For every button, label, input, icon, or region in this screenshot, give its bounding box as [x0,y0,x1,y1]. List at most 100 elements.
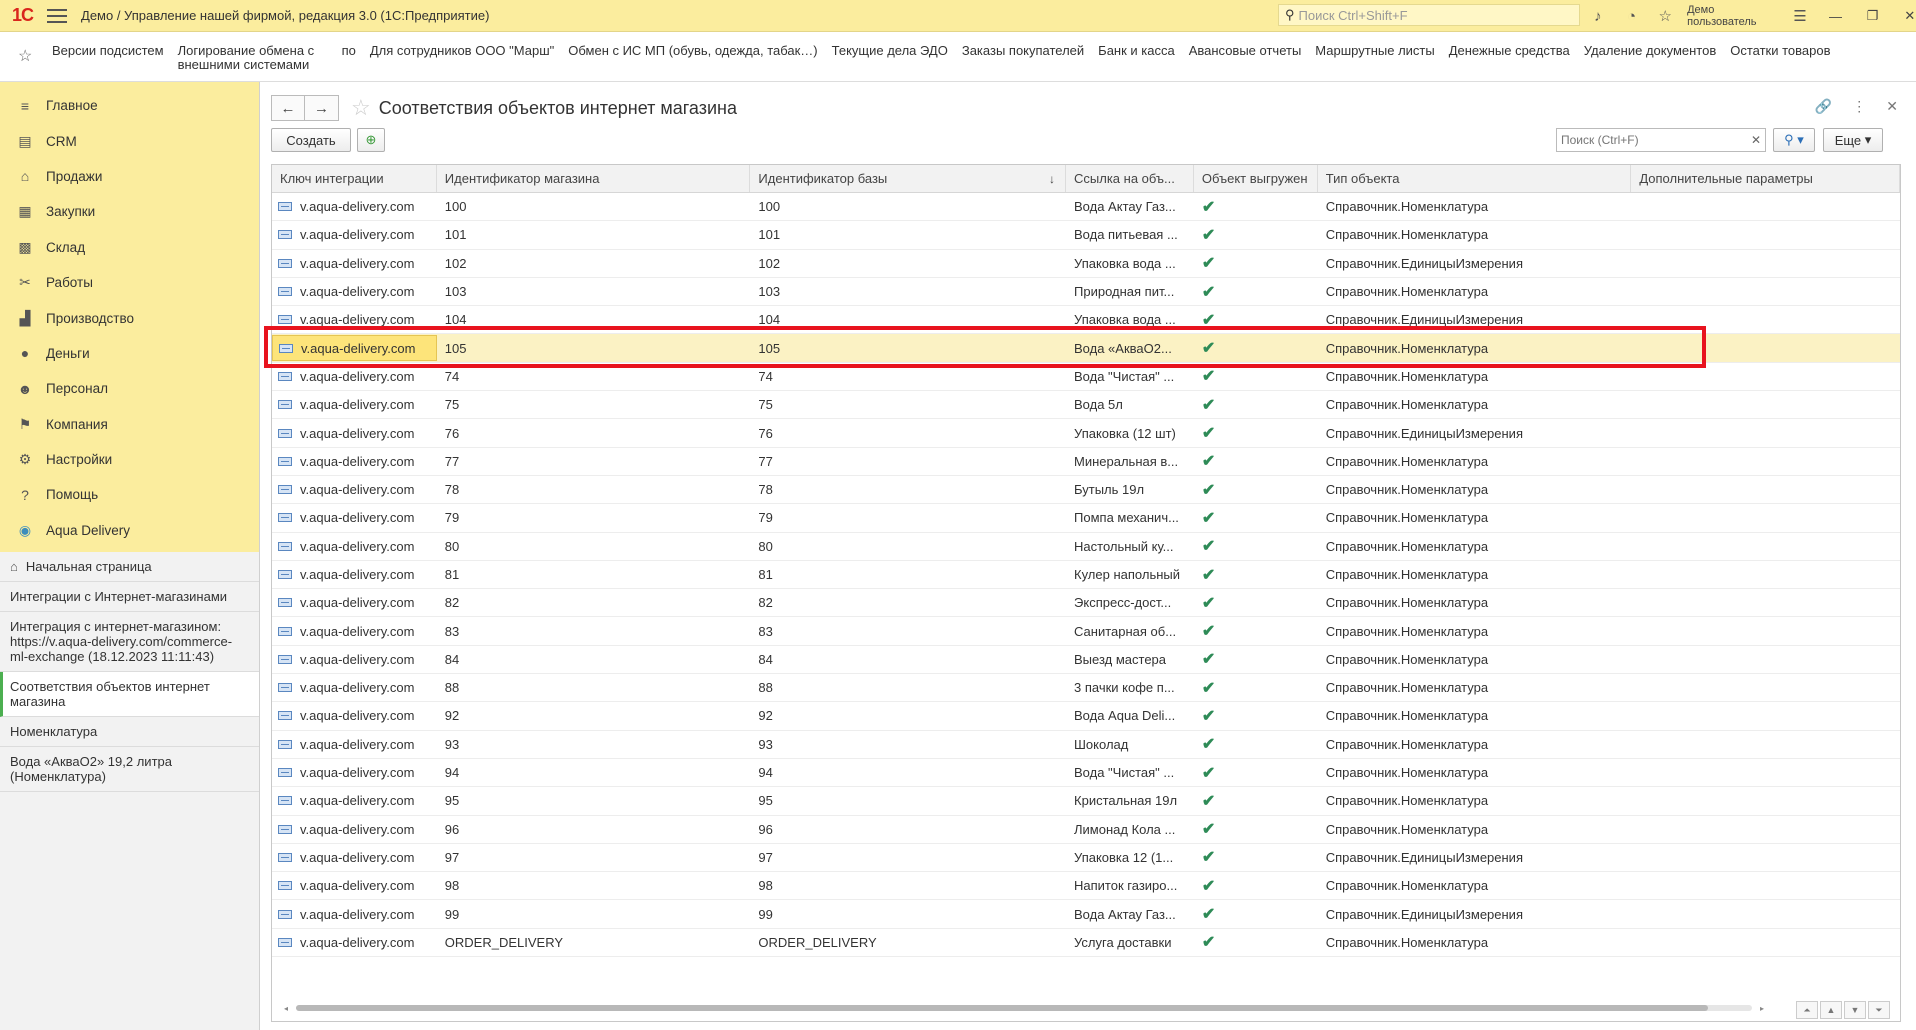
cell-extra-params[interactable] [1631,419,1900,446]
close-icon[interactable]: ✕ [1900,8,1916,24]
cell-object-type[interactable]: Справочник.Номенклатура [1318,759,1632,786]
section-staff[interactable]: ☻ Персонал [0,371,259,406]
scroll-up-icon[interactable]: ▲ [1820,1001,1842,1019]
cell-object-type[interactable]: Справочник.Номенклатура [1318,702,1632,729]
form-close-icon[interactable]: ✕ [1886,98,1898,115]
favorite-link[interactable]: Заказы покупателей [962,44,1084,58]
column-header[interactable]: Идентификатор магазина [437,165,751,192]
cell-base-id[interactable]: 103 [750,278,1066,305]
cell-base-id[interactable]: 84 [750,646,1066,673]
cell-exported[interactable]: ✔ [1194,589,1318,616]
cell-object-type[interactable]: Справочник.Номенклатура [1318,334,1632,361]
cell-exported[interactable]: ✔ [1194,929,1318,956]
table-row[interactable]: v.aqua-delivery.com 77 77 Минеральная в... ✔… [272,448,1900,476]
section-company[interactable]: ⚑ Компания [0,407,259,442]
table-row[interactable]: v.aqua-delivery.com 95 95 Кристальная 19л ✔ С… [272,787,1900,816]
table-row[interactable]: v.aqua-delivery.com 83 83 Санитарная об... ✔… [272,617,1900,646]
section-settings[interactable]: ⚙ Настройки [0,442,259,477]
cell-exported[interactable]: ✔ [1194,278,1318,305]
section-crm[interactable]: ▤ CRM [0,123,259,158]
cell-extra-params[interactable] [1631,617,1900,644]
open-window-item[interactable]: Интеграции с Интернет-магазинами [0,582,259,612]
cell-store-id[interactable]: 104 [437,306,751,333]
open-window-item[interactable]: Интеграция с интернет-магазином: https:/… [0,612,259,672]
cell-exported[interactable]: ✔ [1194,306,1318,333]
cell-object-type[interactable]: Справочник.Номенклатура [1318,617,1632,644]
cell-store-id[interactable]: 76 [437,419,751,446]
table-row[interactable]: v.aqua-delivery.com 101 101 Вода питьевая .… [272,221,1900,250]
cell-object-ref[interactable]: Упаковка (12 шт) [1066,419,1194,446]
cell-extra-params[interactable] [1631,929,1900,956]
cell-object-type[interactable]: Справочник.Номенклатура [1318,193,1632,220]
favorite-link[interactable]: Текущие дела ЭДО [832,44,948,58]
cell-object-ref[interactable]: Напиток газиро... [1066,872,1194,899]
cell-base-id[interactable]: 77 [750,448,1066,475]
cell-extra-params[interactable] [1631,844,1900,871]
cell-object-type[interactable]: Справочник.Номенклатура [1318,589,1632,616]
table-row[interactable]: v.aqua-delivery.com 80 80 Настольный ку... ✔… [272,533,1900,561]
cell-store-id[interactable]: 83 [437,617,751,644]
cell-exported[interactable]: ✔ [1194,816,1318,843]
cell-object-type[interactable]: Справочник.Номенклатура [1318,929,1632,956]
favorite-link[interactable]: Обмен с ИС МП (обувь, одежда, табак…) [568,44,817,58]
1c-logo[interactable]: 1С [12,5,34,26]
cell-extra-params[interactable] [1631,504,1900,531]
favorite-link[interactable]: по [342,44,356,58]
cell-store-id[interactable]: 92 [437,702,751,729]
cell-extra-params[interactable] [1631,646,1900,673]
cell-extra-params[interactable] [1631,702,1900,729]
bell-icon[interactable]: ♪ [1590,8,1606,25]
table-row[interactable]: v.aqua-delivery.com 93 93 Шоколад ✔ Справочни… [272,731,1900,759]
column-header[interactable]: Ссылка на объ... [1066,165,1194,192]
open-window-item[interactable]: Номенклатура [0,717,259,747]
cell-base-id[interactable]: 88 [750,674,1066,701]
cell-store-id[interactable]: 96 [437,816,751,843]
cell-object-ref[interactable]: Вода питьевая ... [1066,221,1194,248]
table-row[interactable]: v.aqua-delivery.com 78 78 Бутыль 19л ✔ Справо… [272,476,1900,505]
cell-integration-key[interactable]: v.aqua-delivery.com [272,448,437,475]
global-search-input[interactable]: ⚲ Поиск Ctrl+Shift+F [1278,4,1580,26]
favorite-link[interactable]: Удаление документов [1584,44,1716,58]
open-window-item-active[interactable]: Соответствия объектов интернет магазина [0,672,259,717]
cell-extra-params[interactable] [1631,306,1900,333]
cell-object-type[interactable]: Справочник.Номенклатура [1318,787,1632,814]
table-row[interactable]: v.aqua-delivery.com 74 74 Вода "Чистая" ...… [272,363,1900,392]
cell-store-id[interactable]: 95 [437,787,751,814]
column-header[interactable]: Ключ интеграции [272,165,437,192]
cell-store-id[interactable]: 75 [437,391,751,418]
cell-base-id[interactable]: 79 [750,504,1066,531]
cell-object-ref[interactable]: Помпа механич... [1066,504,1194,531]
cell-extra-params[interactable] [1631,448,1900,475]
cell-integration-key[interactable]: v.aqua-delivery.com [272,504,437,531]
cell-exported[interactable]: ✔ [1194,504,1318,531]
cell-object-ref[interactable]: Вода "Чистая" ... [1066,759,1194,786]
cell-exported[interactable]: ✔ [1194,419,1318,446]
cell-exported[interactable]: ✔ [1194,702,1318,729]
cell-extra-params[interactable] [1631,674,1900,701]
table-row[interactable]: v.aqua-delivery.com 102 102 Упаковка вода .… [272,250,1900,278]
cell-exported[interactable]: ✔ [1194,900,1318,927]
cell-object-type[interactable]: Справочник.Номенклатура [1318,731,1632,758]
favorites-star-icon[interactable]: ☆ [18,46,38,66]
cell-extra-params[interactable] [1631,561,1900,588]
scroll-down-icon[interactable]: ▼ [1844,1001,1866,1019]
favorite-link[interactable]: Версии подсистем [52,44,164,58]
cell-exported[interactable]: ✔ [1194,787,1318,814]
cell-store-id[interactable]: 97 [437,844,751,871]
copy-icon[interactable]: ⊕ [357,128,385,152]
scroll-right-icon[interactable]: ▸ [1760,1004,1764,1013]
cell-exported[interactable]: ✔ [1194,759,1318,786]
back-button[interactable]: ← [271,95,305,121]
star-icon[interactable]: ☆ [1657,7,1673,25]
cell-object-type[interactable]: Справочник.Номенклатура [1318,561,1632,588]
cell-integration-key[interactable]: v.aqua-delivery.com [272,306,437,333]
cell-store-id[interactable]: 79 [437,504,751,531]
cell-object-ref[interactable]: Вода «АкваО2... [1066,334,1194,361]
table-row[interactable]: v.aqua-delivery.com 75 75 Вода 5л ✔ Справочни… [272,391,1900,420]
cell-object-type[interactable]: Справочник.Номенклатура [1318,221,1632,248]
cell-object-ref[interactable]: Упаковка 12 (1... [1066,844,1194,871]
cell-extra-params[interactable] [1631,787,1900,814]
restore-icon[interactable]: ❐ [1863,8,1882,24]
minimize-icon[interactable]: — [1826,9,1845,24]
cell-store-id[interactable]: 84 [437,646,751,673]
